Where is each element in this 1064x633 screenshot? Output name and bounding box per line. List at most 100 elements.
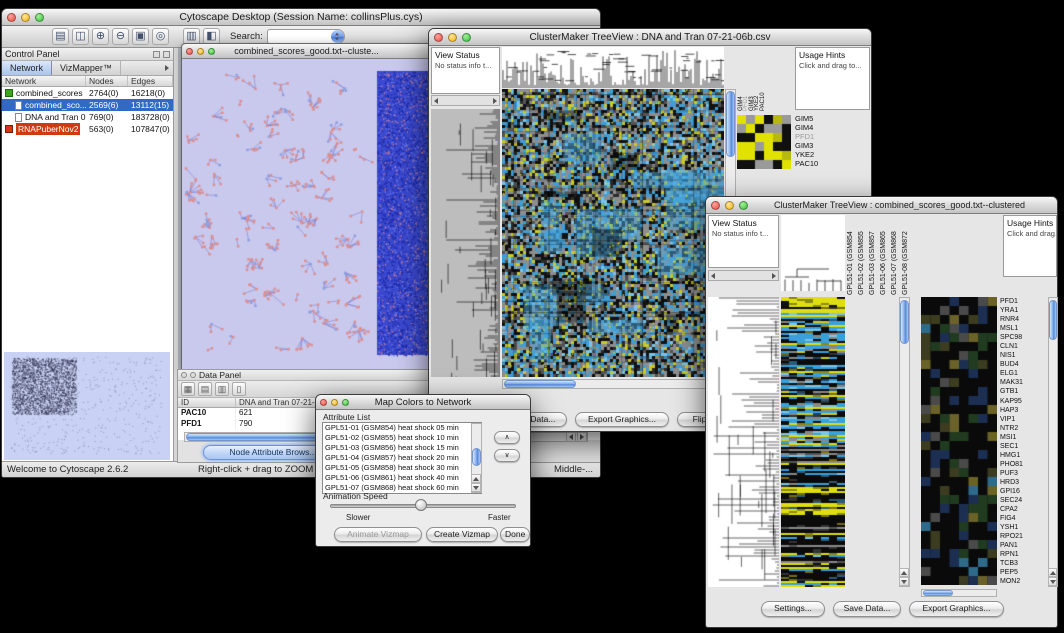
gene-label[interactable]: GTB1 <box>1000 387 1048 396</box>
create-vizmap-button[interactable]: Create Vizmap <box>426 527 498 542</box>
gene-label[interactable]: PAN1 <box>1000 541 1048 550</box>
close-button[interactable] <box>434 33 443 42</box>
network-row[interactable]: RNAPuberNov2 563(0) 107847(0) <box>2 123 173 135</box>
gene-label[interactable]: YSH1 <box>1000 523 1048 532</box>
gene-label[interactable]: RPN1 <box>1000 550 1048 559</box>
gene-list-vscrollbar[interactable] <box>1048 297 1058 587</box>
zoom-button[interactable] <box>208 48 215 55</box>
minimize-button[interactable] <box>725 201 734 210</box>
gene-label[interactable]: CLN1 <box>1000 342 1048 351</box>
search-input[interactable] <box>267 29 345 44</box>
view-nav-scrollbar[interactable] <box>431 95 500 106</box>
zoom-button[interactable] <box>342 399 349 406</box>
network-view-titlebar[interactable]: combined_scores_good.txt--cluste... <box>182 44 431 59</box>
gene-label[interactable]: PFD1 <box>795 132 867 141</box>
move-up-button[interactable]: ∧ <box>494 431 520 444</box>
animate-vizmap-button[interactable]: Animate Vizmap <box>334 527 422 542</box>
gene-label[interactable]: FIG4 <box>1000 514 1048 523</box>
speed-slider-thumb[interactable] <box>415 499 427 511</box>
scroll-up-button[interactable] <box>1048 568 1057 577</box>
gene-label[interactable]: PUF3 <box>1000 469 1048 478</box>
open-session-icon[interactable]: ▤ <box>52 28 69 45</box>
scrollbar-thumb[interactable] <box>900 300 909 344</box>
mini-heatmap-canvas[interactable] <box>737 115 791 169</box>
export-graphics-button[interactable]: Export Graphics... <box>909 601 1004 617</box>
gene-label[interactable]: RNR4 <box>1000 315 1048 324</box>
zoom-out-icon[interactable]: ⊖ <box>112 28 129 45</box>
nav-right-icon[interactable] <box>772 273 776 279</box>
zoom-button[interactable] <box>462 33 471 42</box>
zoom-button[interactable] <box>739 201 748 210</box>
treeview-dna-titlebar[interactable]: ClusterMaker TreeView : DNA and Tran 07-… <box>429 29 871 46</box>
row-dendrogram-canvas[interactable] <box>708 297 779 587</box>
close-button[interactable] <box>711 201 720 210</box>
import-icon[interactable]: ◫ <box>72 28 89 45</box>
scroll-down-button[interactable] <box>471 483 481 492</box>
nav-left-icon[interactable] <box>434 98 438 104</box>
scrollbar-thumb[interactable] <box>472 448 481 466</box>
zoom-button[interactable] <box>35 13 44 22</box>
close-button[interactable] <box>186 48 193 55</box>
gene-label[interactable]: VIP1 <box>1000 415 1048 424</box>
gene-label[interactable]: YKE2 <box>795 150 867 159</box>
nav-right-icon[interactable] <box>493 98 497 104</box>
float-panel-icon[interactable] <box>181 372 187 378</box>
gene-label[interactable]: HRD3 <box>1000 478 1048 487</box>
minimize-button[interactable] <box>21 13 30 22</box>
scroll-left-button[interactable] <box>566 432 576 442</box>
treeview-combined-titlebar[interactable]: ClusterMaker TreeView : combined_scores_… <box>706 197 1057 214</box>
gene-label[interactable]: MAK31 <box>1000 378 1048 387</box>
gene-label[interactable]: GPI16 <box>1000 487 1048 496</box>
settings-button[interactable]: Settings... <box>761 601 825 617</box>
row-dendrogram-canvas[interactable] <box>431 109 500 377</box>
gene-label[interactable]: KAP95 <box>1000 397 1048 406</box>
scroll-up-button[interactable] <box>899 568 909 577</box>
matrix-icon[interactable]: ▥ <box>215 382 229 396</box>
global-heatmap-canvas[interactable] <box>781 297 845 587</box>
network-view-canvas[interactable] <box>182 59 431 369</box>
gene-label[interactable]: SEC1 <box>1000 442 1048 451</box>
scrollbar-thumb[interactable] <box>504 380 576 388</box>
scrollbar-thumb[interactable] <box>923 590 953 596</box>
close-panel-icon[interactable] <box>163 51 170 58</box>
network-row[interactable]: DNA and Tran 07 769(0) 183728(0) <box>2 111 173 123</box>
scroll-up-button[interactable] <box>471 474 481 483</box>
attribute-item[interactable]: GPL51-01 (GSM854) heat shock 05 min <box>323 423 481 433</box>
done-button[interactable]: Done <box>500 527 530 542</box>
attribute-item[interactable]: GPL51-06 (GSM861) heat shock 40 min <box>323 473 481 483</box>
gene-label[interactable]: GIM5 <box>795 114 867 123</box>
column-dendrogram-canvas[interactable] <box>781 215 845 291</box>
gene-label[interactable]: PFD1 <box>1000 297 1048 306</box>
float-panel-icon[interactable] <box>153 51 160 58</box>
gene-label[interactable]: GIM3 <box>795 141 867 150</box>
gene-label[interactable]: GIM4 <box>795 123 867 132</box>
main-titlebar[interactable]: Cytoscape Desktop (Session Name: collins… <box>2 9 600 26</box>
network-row[interactable]: combined_scores 2764(0) 16218(0) <box>2 87 173 99</box>
list-vscrollbar[interactable] <box>471 423 482 493</box>
zoom-in-icon[interactable]: ⊕ <box>92 28 109 45</box>
attribute-item[interactable]: GPL51-03 (GSM856) heat shock 15 min <box>323 443 481 453</box>
gene-label[interactable]: ELG1 <box>1000 369 1048 378</box>
gene-label[interactable]: BUD4 <box>1000 360 1048 369</box>
tab-vizmapper[interactable]: VizMapper™ <box>52 61 121 75</box>
heatmap-hscrollbar[interactable] <box>502 379 736 389</box>
network-row-selected[interactable]: combined_sco... 2569(6) 13112(15) <box>2 99 173 111</box>
view-nav-scrollbar[interactable] <box>708 270 779 281</box>
gene-label[interactable]: MON2 <box>1000 577 1048 586</box>
close-button[interactable] <box>320 399 327 406</box>
dialog-titlebar[interactable]: Map Colors to Network <box>316 395 530 410</box>
gene-label[interactable]: NIS1 <box>1000 351 1048 360</box>
attribute-item[interactable]: GPL51-02 (GSM855) heat shock 10 min <box>323 433 481 443</box>
gene-label[interactable]: SEC24 <box>1000 496 1048 505</box>
network-overview-canvas[interactable] <box>4 352 170 460</box>
tab-network[interactable]: Network <box>2 61 52 75</box>
scroll-down-button[interactable] <box>899 577 909 586</box>
gene-label[interactable]: MSL1 <box>1000 324 1048 333</box>
global-vscrollbar[interactable] <box>899 297 910 587</box>
scroll-right-button[interactable] <box>577 432 587 442</box>
gene-label[interactable]: HAP3 <box>1000 406 1048 415</box>
attribute-table-icon[interactable]: ▤ <box>198 382 212 396</box>
move-down-button[interactable]: ∨ <box>494 449 520 462</box>
gene-label[interactable]: PAC10 <box>795 159 867 168</box>
nav-left-icon[interactable] <box>711 273 715 279</box>
